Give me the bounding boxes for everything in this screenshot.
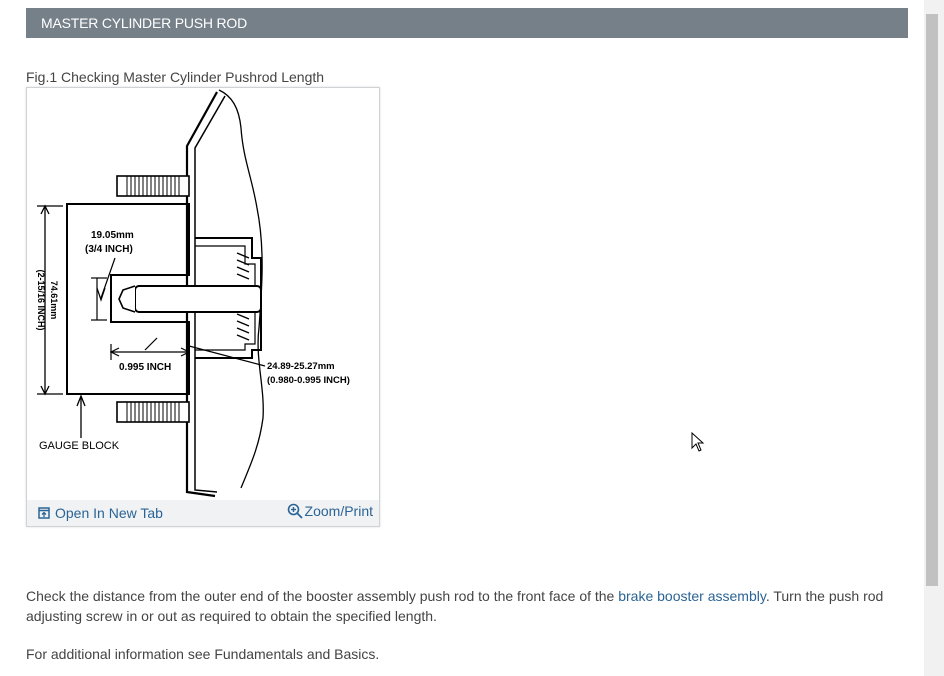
- dim-gap: 0.995 INCH: [119, 362, 171, 373]
- zoom-print-label: Zoom/Print: [304, 503, 373, 519]
- dim-top-mm: 19.05mm: [91, 230, 134, 241]
- additional-info-paragraph: For additional information see Fundament…: [26, 646, 380, 662]
- dim-right-mm: 24.89-25.27mm: [267, 361, 335, 372]
- dim-top-in: (3/4 INCH): [85, 244, 133, 255]
- pushrod-diagram[interactable]: 74.61mm (2-15/16 INCH) 19.05mm (3/4 INCH…: [27, 88, 379, 498]
- scrollbar-thumb[interactable]: [926, 14, 938, 586]
- instruction-paragraph: Check the distance from the outer end of…: [26, 586, 906, 626]
- open-in-new-tab-link[interactable]: Open In New Tab: [38, 505, 163, 521]
- magnifier-plus-icon: [287, 503, 303, 519]
- mouse-pointer-icon: [691, 432, 705, 452]
- figure-caption: Fig.1 Checking Master Cylinder Pushrod L…: [26, 69, 325, 85]
- open-in-new-tab-label: Open In New Tab: [55, 505, 163, 521]
- gauge-block-label: GAUGE BLOCK: [39, 440, 120, 452]
- dim-left-in: (2-15/16 INCH): [36, 269, 46, 330]
- open-new-tab-icon: [38, 507, 50, 519]
- paragraph-text-start: Check the distance from the outer end of…: [26, 588, 619, 604]
- dim-left-mm: 74.61mm: [49, 281, 59, 320]
- zoom-print-link[interactable]: Zoom/Print: [287, 503, 373, 519]
- section-title: MASTER CYLINDER PUSH ROD: [41, 15, 248, 31]
- dim-right-in: (0.980-0.995 INCH): [267, 375, 350, 386]
- figure-footer: Open In New Tab Zoom/Print: [27, 500, 379, 526]
- section-header: MASTER CYLINDER PUSH ROD: [26, 8, 908, 38]
- brake-booster-assembly-link[interactable]: brake booster assembly: [618, 588, 766, 604]
- figure-container: 74.61mm (2-15/16 INCH) 19.05mm (3/4 INCH…: [26, 87, 380, 527]
